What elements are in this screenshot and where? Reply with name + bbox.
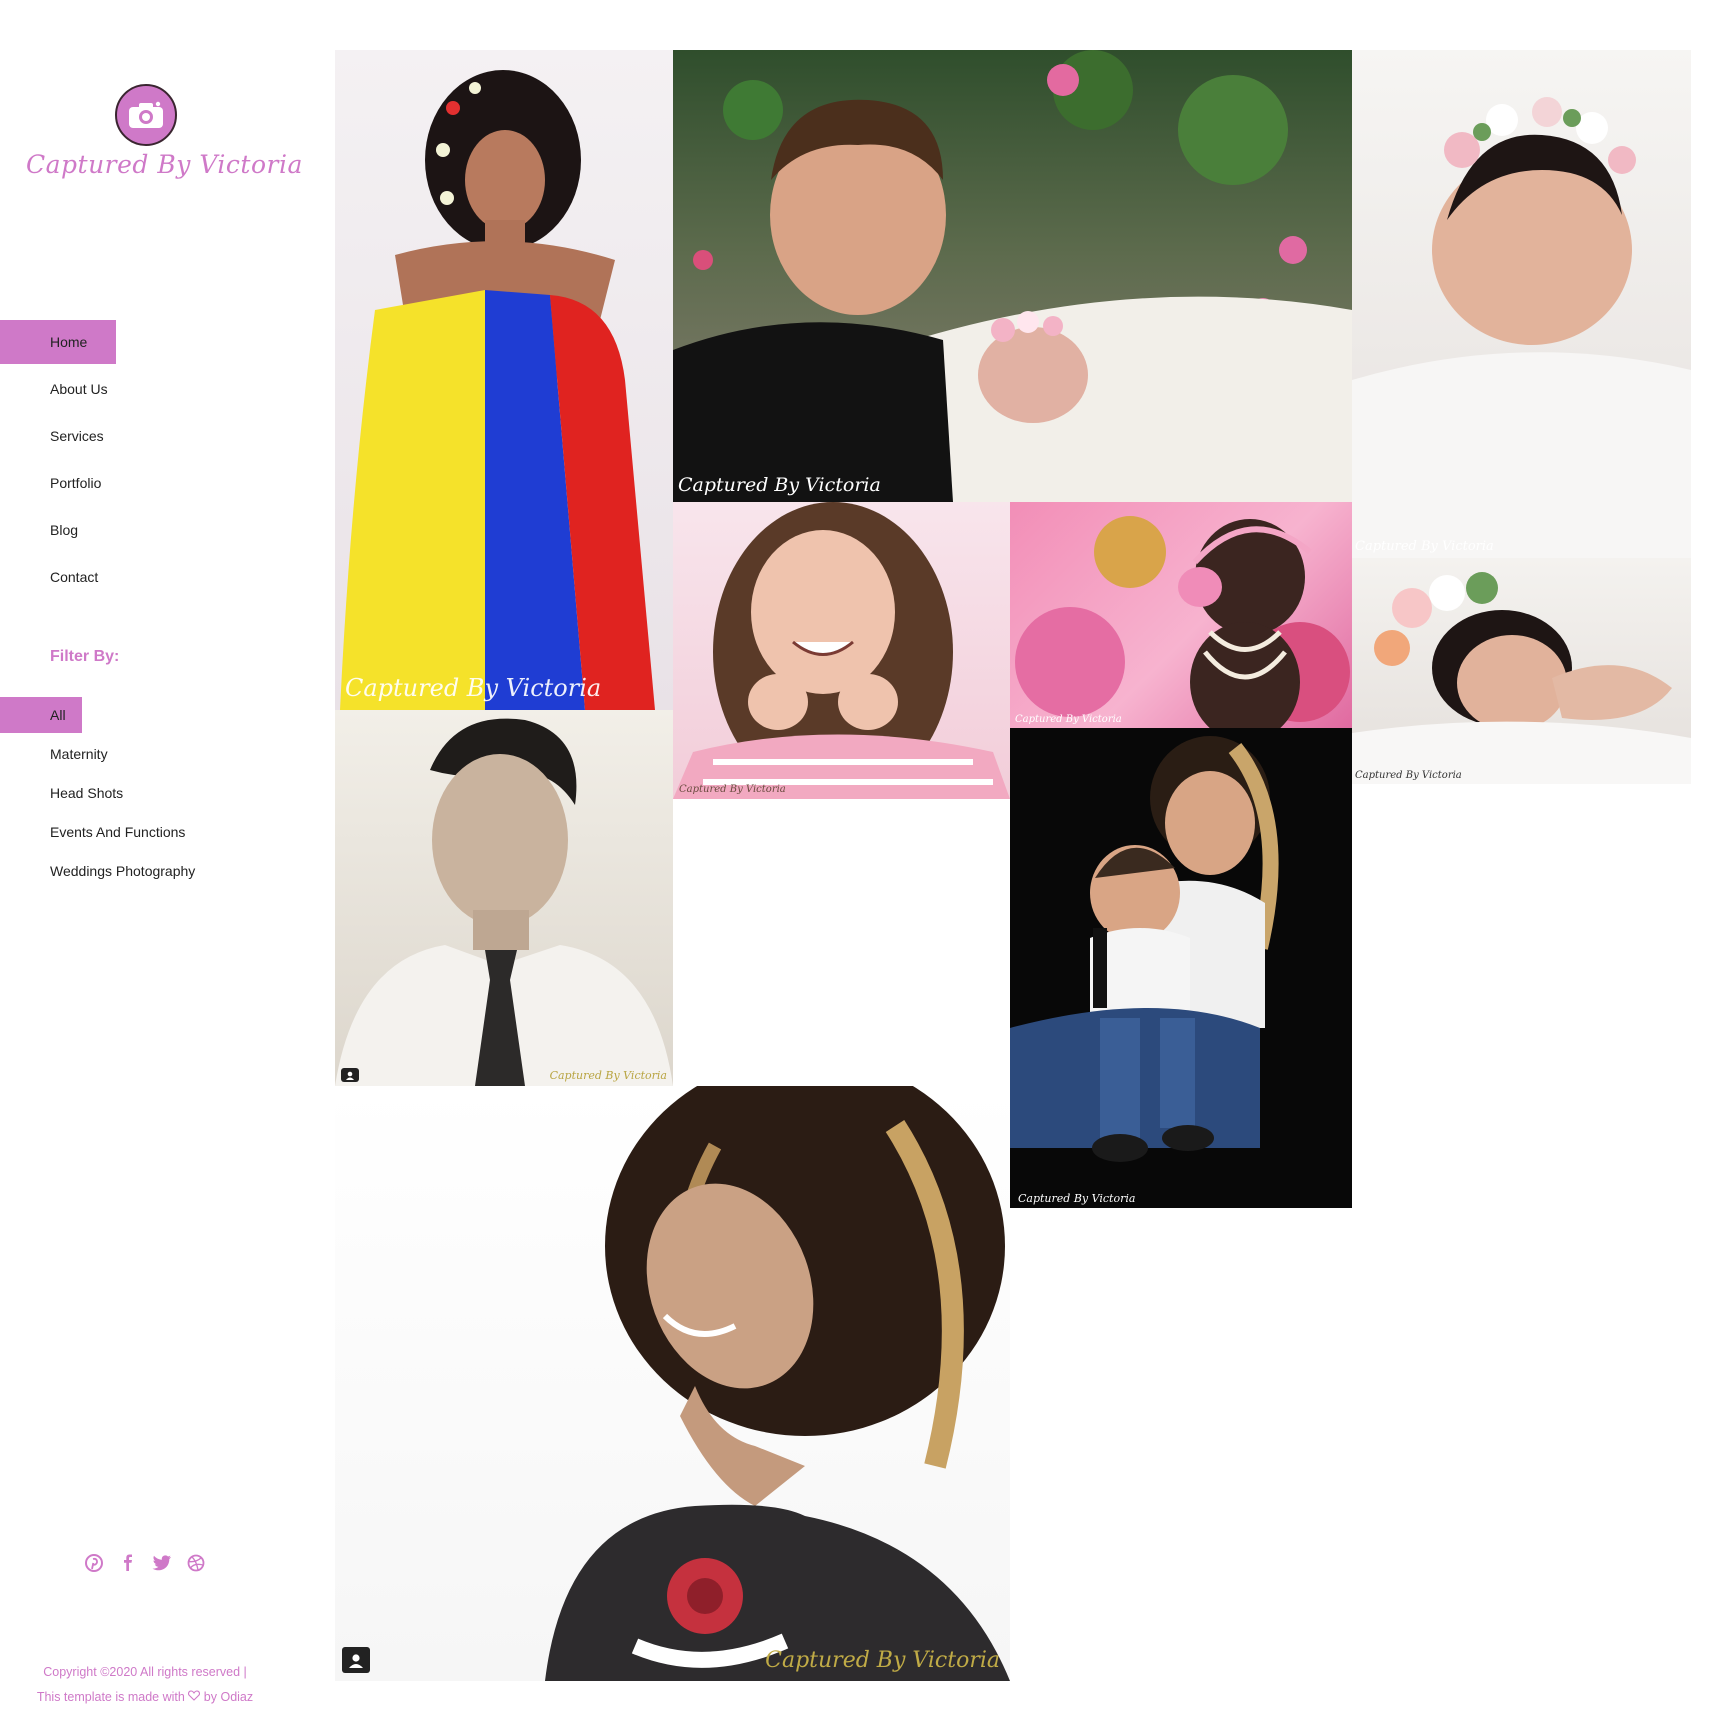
- mother-and-baby-photo[interactable]: Captured By Victoria: [1010, 728, 1352, 1208]
- watermark-text: Captured By Victoria: [765, 1648, 1000, 1673]
- watermark-text: Captured By Victoria: [1015, 714, 1122, 725]
- watermark-text: Captured By Victoria: [1355, 770, 1462, 781]
- watermark-text: Captured By Victoria: [678, 474, 881, 496]
- newborn-sleeping-photo[interactable]: Captured By Victoria: [1352, 558, 1691, 784]
- watermark-text: Captured By Victoria: [345, 674, 602, 702]
- smiling-girl-photo[interactable]: Captured By Victoria: [673, 502, 1010, 799]
- watermark-text: Captured By Victoria: [549, 1069, 667, 1082]
- camera-icon: [342, 1647, 370, 1673]
- photo-gallery: Captured By Victoria Captured By Victori…: [0, 0, 1720, 1721]
- watermark-text: Captured By Victoria: [1018, 1192, 1136, 1205]
- boy-and-newborn-photo[interactable]: Captured By Victoria: [673, 50, 1352, 502]
- curly-hair-portrait-photo[interactable]: Captured By Victoria: [335, 1086, 1010, 1681]
- watermark-text: Captured By Victoria: [1355, 539, 1494, 554]
- newborn-flower-crown-photo[interactable]: Captured By Victoria: [1352, 50, 1691, 558]
- headshot-tie-photo[interactable]: Captured By Victoria: [335, 710, 673, 1086]
- watermark-text: Captured By Victoria: [679, 784, 786, 795]
- camera-icon: [341, 1068, 359, 1082]
- cake-smash-baby-photo[interactable]: Captured By Victoria: [1010, 502, 1352, 728]
- maternity-flag-photo[interactable]: Captured By Victoria: [335, 50, 673, 710]
